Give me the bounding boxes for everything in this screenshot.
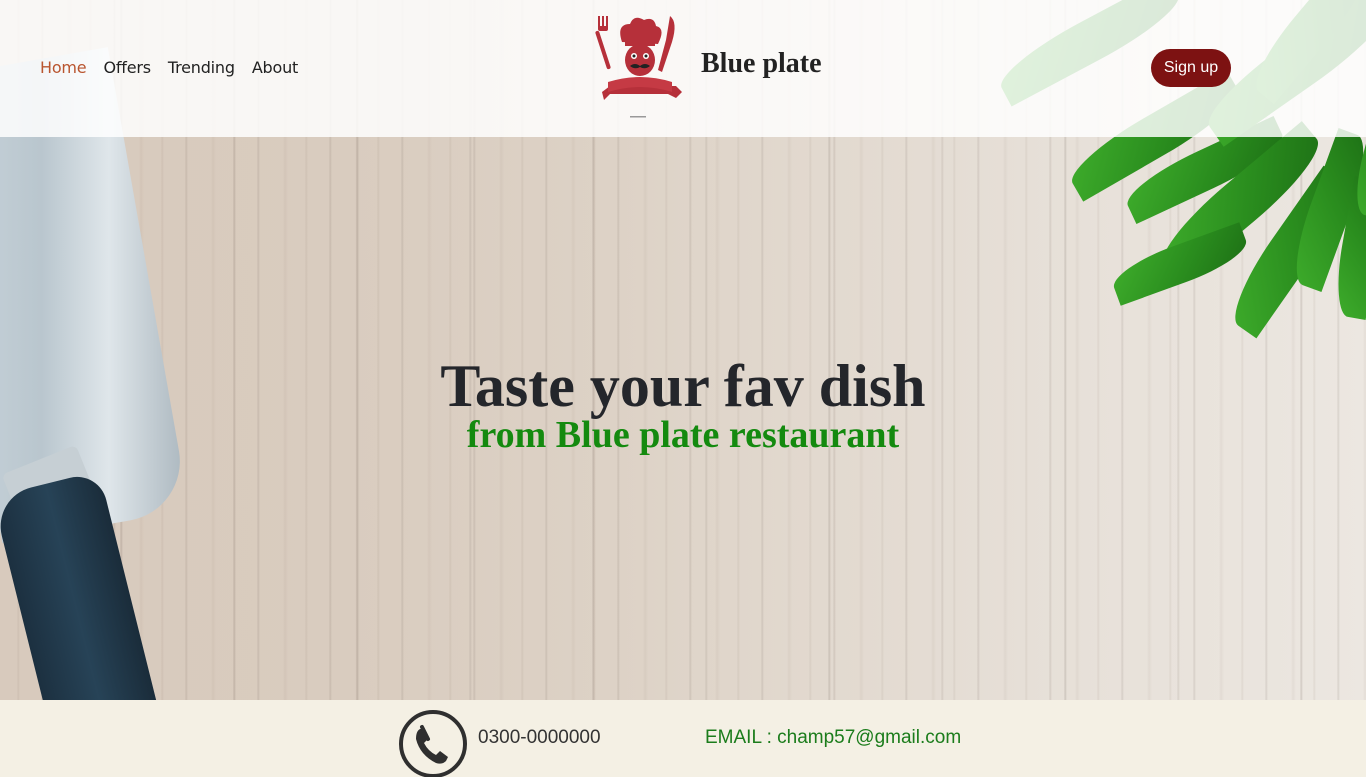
hero-title: Taste your fav dish: [440, 353, 926, 419]
header-bar: Home Offers Trending About Blue plate Si…: [0, 0, 1366, 137]
signup-button[interactable]: Sign up: [1151, 49, 1231, 87]
chef-hat-fork-knife-icon[interactable]: [592, 12, 684, 122]
nav-item-trending[interactable]: Trending: [168, 58, 235, 77]
hero-subtitle: from Blue plate restaurant: [466, 414, 900, 456]
footer-phone[interactable]: 0300-0000000: [478, 727, 601, 749]
nav-item-about[interactable]: About: [252, 58, 299, 77]
main-nav: Home Offers Trending About: [40, 58, 315, 77]
phone-icon: [399, 710, 467, 777]
footer-bar: [0, 700, 1366, 777]
nav-item-offers[interactable]: Offers: [103, 58, 151, 77]
nav-item-home[interactable]: Home: [40, 58, 87, 77]
footer-email[interactable]: EMAIL : champ57@gmail.com: [705, 727, 961, 749]
brand-name: Blue plate: [701, 48, 822, 79]
